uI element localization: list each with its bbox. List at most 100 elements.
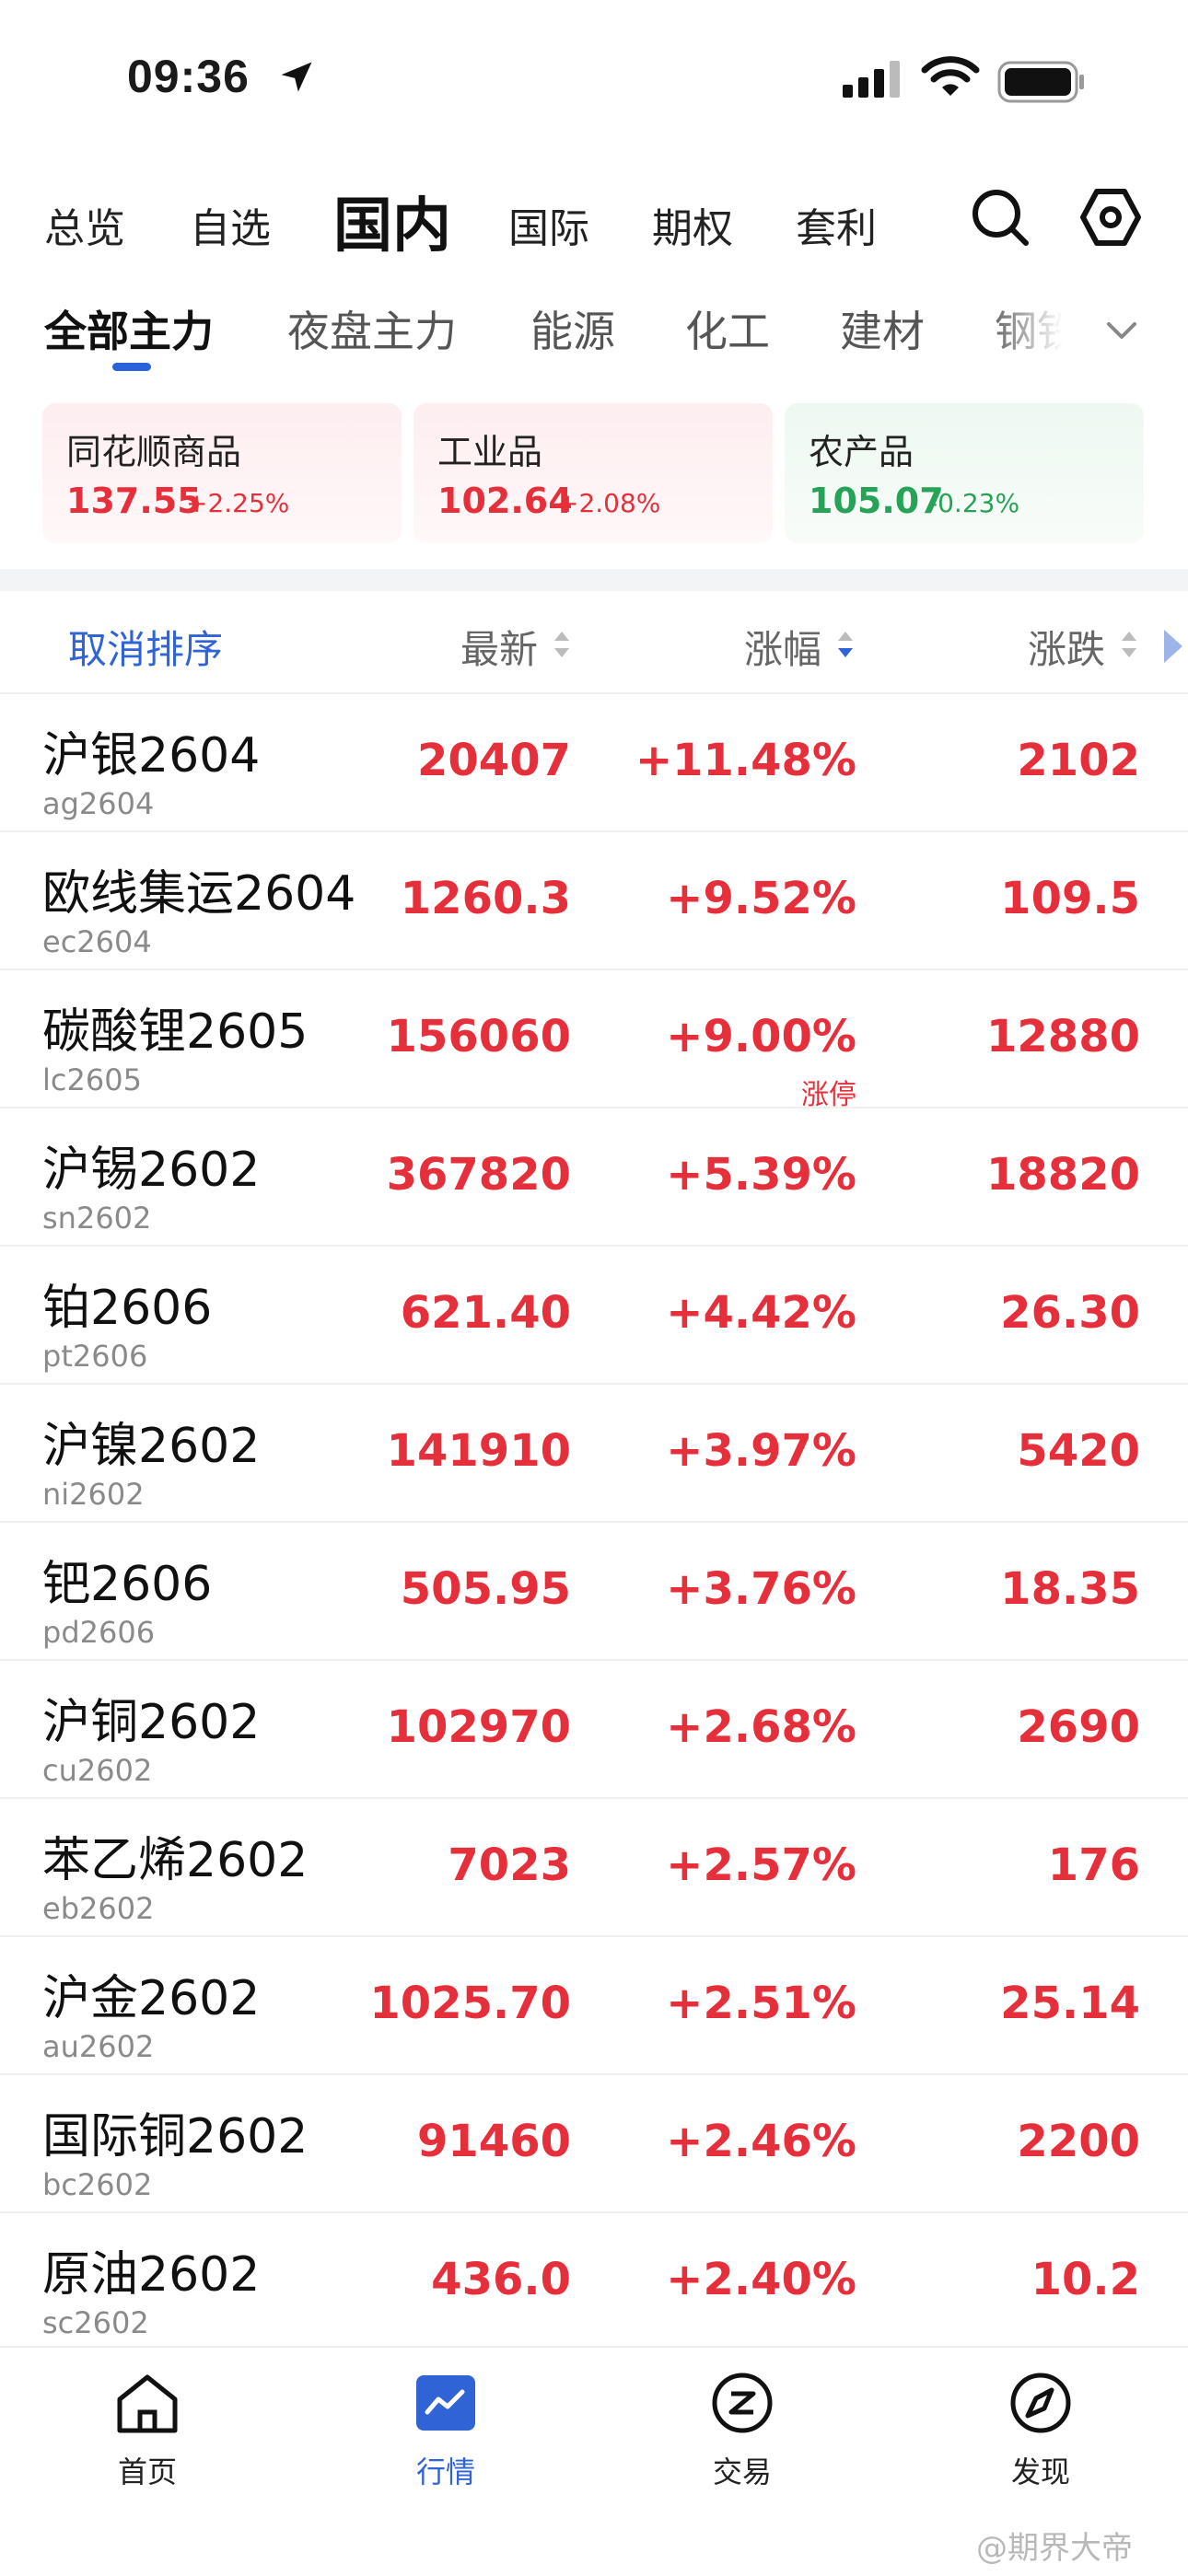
tab-overview[interactable]: 总览 [44, 195, 125, 254]
contract-name: 铂2606 [42, 1281, 213, 1336]
tab-international[interactable]: 国际 [508, 195, 589, 254]
nav-label: 发现 [1010, 2454, 1070, 2489]
latest-price: 505.95 [400, 1563, 571, 1615]
change-pct: +2.46% [666, 2116, 856, 2167]
sort-neutral-icon[interactable] [551, 624, 573, 665]
nav-discover[interactable]: 发现 [949, 2370, 1133, 2508]
compass-icon [1010, 2373, 1071, 2433]
contract-name: 沪锡2602 [42, 1143, 261, 1198]
tab-watchlist[interactable]: 自选 [190, 195, 271, 254]
tab-options[interactable]: 期权 [652, 195, 733, 254]
sort-neutral-icon[interactable] [1118, 624, 1140, 665]
table-row[interactable]: 原油2602 sc2602 436.0 +2.40% 10.2 [0, 2211, 1188, 2351]
contract-code: pd2606 [42, 1615, 156, 1650]
index-value: 102.64 [437, 481, 573, 521]
contract-name: 原油2602 [42, 2247, 261, 2303]
location-arrow-icon [281, 62, 312, 92]
change-pct: +2.57% [666, 1839, 856, 1891]
contract-name: 钯2606 [42, 1557, 213, 1612]
change-value: 109.5 [1000, 873, 1140, 924]
contract-code: pt2606 [42, 1339, 148, 1374]
index-value: 105.07 [809, 481, 944, 521]
table-row[interactable]: 苯乙烯2602 eb2602 7023 +2.57% 176 [0, 1797, 1188, 1937]
nav-label: 行情 [415, 2454, 475, 2489]
table-row[interactable]: 沪镍2602 ni2602 141910 +3.97% 5420 [0, 1383, 1188, 1523]
contract-code: ag2604 [42, 786, 155, 821]
index-card-industrial[interactable]: 工业品 102.64 +2.08% [413, 403, 773, 543]
contract-code: eb2602 [42, 1891, 155, 1926]
index-card-ths-commodity[interactable]: 同花顺商品 137.55 +2.25% [42, 403, 402, 543]
index-pct: +2.25% [186, 488, 290, 518]
change-pct: +3.97% [666, 1425, 856, 1477]
latest-price: 91460 [417, 2116, 571, 2167]
contract-name: 沪镍2602 [42, 1419, 261, 1474]
status-bar: 09:36 [0, 0, 1188, 157]
index-value: 137.55 [66, 481, 202, 521]
chevron-down-icon[interactable] [1101, 309, 1142, 350]
change-value: 2102 [1017, 735, 1140, 786]
column-header-change-pct[interactable]: 涨幅 [744, 619, 821, 675]
latest-price: 436.0 [431, 2254, 571, 2305]
change-value: 12880 [986, 1011, 1140, 1062]
table-row[interactable]: 铂2606 pt2606 621.40 +4.42% 26.30 [0, 1245, 1188, 1385]
subtab-building-materials[interactable]: 建材 [840, 298, 925, 359]
market-chart-icon [416, 2375, 475, 2431]
latest-price: 1260.3 [400, 873, 571, 924]
tab-domestic[interactable]: 国内 [333, 179, 451, 263]
index-name: 农产品 [809, 432, 914, 472]
subtab-all-main[interactable]: 全部主力 [44, 298, 214, 359]
index-cards: 同花顺商品 137.55 +2.25% 工业品 102.64 +2.08% 农产… [42, 403, 1144, 543]
change-pct: +5.39% [666, 1149, 856, 1201]
latest-price: 367820 [386, 1149, 571, 1201]
nav-label: 交易 [712, 2454, 772, 2489]
column-header-change[interactable]: 涨跌 [1028, 619, 1105, 675]
nav-home[interactable]: 首页 [55, 2370, 239, 2508]
latest-price: 7023 [448, 1839, 571, 1891]
watermark: @期界大帝 [976, 2530, 1133, 2567]
cellular-signal-icon [843, 61, 900, 98]
change-value: 2200 [1017, 2116, 1140, 2167]
contract-code: ni2602 [42, 1477, 145, 1512]
status-time: 09:36 [127, 51, 250, 102]
tab-arbitrage[interactable]: 套利 [796, 195, 877, 254]
sort-descending-icon[interactable] [834, 624, 856, 665]
scroll-right-arrow-icon[interactable] [1162, 626, 1184, 667]
table-row[interactable]: 沪铜2602 cu2602 102970 +2.68% 2690 [0, 1659, 1188, 1799]
latest-price: 621.40 [400, 1287, 571, 1339]
nav-trade[interactable]: 交易 [650, 2370, 834, 2508]
table-row[interactable]: 沪金2602 au2602 1025.70 +2.51% 25.14 [0, 1935, 1188, 2075]
contract-name: 欧线集运2604 [42, 866, 356, 922]
nav-market[interactable]: 行情 [354, 2370, 538, 2508]
change-value: 18820 [986, 1149, 1140, 1201]
change-pct: +3.76% [666, 1563, 856, 1615]
contract-name: 苯乙烯2602 [42, 1833, 309, 1888]
trade-icon [712, 2373, 773, 2433]
category-sub-tabs: 全部主力 夜盘主力 能源 化工 建材 钢铁 [0, 285, 1188, 377]
wifi-icon [921, 56, 980, 96]
index-card-agricultural[interactable]: 农产品 105.07 -0.23% [785, 403, 1144, 543]
change-value: 25.14 [1000, 1978, 1140, 2029]
latest-price: 20407 [417, 735, 571, 786]
cancel-sort-button[interactable]: 取消排序 [68, 619, 223, 675]
table-row[interactable]: 碳酸锂2605 lc2605 156060 +9.00% 涨停 12880 [0, 969, 1188, 1111]
table-row[interactable]: 沪银2604 ag2604 20407 +11.48% 2102 [0, 692, 1188, 832]
index-name: 同花顺商品 [66, 432, 242, 472]
contract-name: 沪铜2602 [42, 1695, 261, 1750]
subtab-energy[interactable]: 能源 [530, 298, 615, 359]
table-row[interactable]: 欧线集运2604 ec2604 1260.3 +9.52% 109.5 [0, 830, 1188, 970]
table-row[interactable]: 国际铜2602 bc2602 91460 +2.46% 2200 [0, 2073, 1188, 2213]
change-pct: +11.48% [635, 735, 856, 786]
search-icon[interactable] [969, 186, 1031, 249]
tabs-fade [985, 285, 1096, 377]
table-row[interactable]: 钯2606 pd2606 505.95 +3.76% 18.35 [0, 1521, 1188, 1661]
change-pct: +2.40% [666, 2254, 856, 2305]
table-row[interactable]: 沪锡2602 sn2602 367820 +5.39% 18820 [0, 1107, 1188, 1247]
change-value: 18.35 [1000, 1563, 1140, 1615]
subtab-chemical[interactable]: 化工 [685, 298, 770, 359]
change-value: 5420 [1017, 1425, 1140, 1477]
column-header-latest[interactable]: 最新 [460, 619, 538, 675]
settings-hexagon-icon[interactable] [1079, 186, 1142, 249]
index-pct: -0.23% [928, 488, 1020, 518]
latest-price: 1025.70 [369, 1978, 571, 2029]
subtab-night-main[interactable]: 夜盘主力 [287, 298, 457, 359]
